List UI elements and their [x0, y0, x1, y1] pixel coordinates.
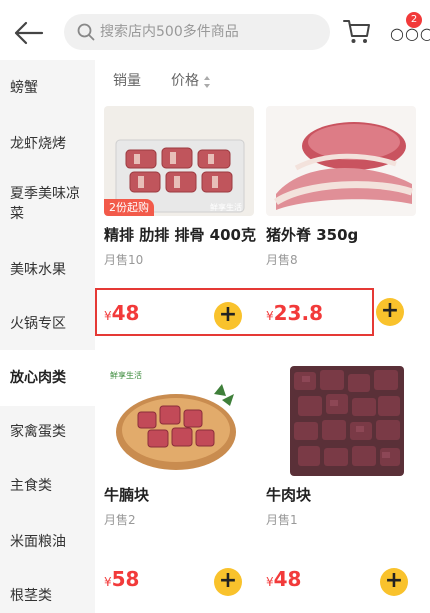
sidebar-item-rice-oil[interactable]: 米面粮油: [0, 514, 95, 568]
product-name[interactable]: 猪外脊 350g: [266, 224, 358, 246]
product-name[interactable]: 牛腩块: [104, 484, 149, 506]
product-name[interactable]: 牛肉块: [266, 484, 311, 506]
sidebar-item-hotpot[interactable]: 火锅专区: [0, 296, 95, 350]
sidebar-item-poultry-eggs[interactable]: 家禽蛋类: [0, 406, 95, 460]
product-image[interactable]: 鲜享生活 2份起购: [104, 106, 254, 216]
sort-by-sales[interactable]: 销量: [113, 72, 141, 90]
add-to-cart-button[interactable]: +: [380, 568, 408, 596]
product-price: ¥48: [266, 567, 302, 591]
more-dots: ○○○: [390, 24, 430, 43]
product-price: ¥58: [104, 567, 140, 591]
more-icon[interactable]: ○○○ 2: [388, 12, 430, 44]
top-bar: 搜索店内500多件商品 ○○○ 2: [0, 0, 430, 64]
category-sidebar: 螃蟹 龙虾烧烤 夏季美味凉菜 美味水果 火锅专区 放心肉类 家禽蛋类 主食类 米…: [0, 60, 95, 613]
product-image[interactable]: 鲜享生活: [104, 366, 254, 476]
sidebar-item-lobster-bbq[interactable]: 龙虾烧烤: [0, 116, 95, 170]
product-card[interactable]: 鲜享生活 牛腩块 月售2 ¥58 +: [104, 366, 264, 606]
product-card[interactable]: 牛肉块 月售1 ¥48 +: [266, 366, 426, 606]
sort-arrows-icon: [203, 74, 211, 88]
product-image[interactable]: [266, 106, 416, 216]
monthly-sales: 月售2: [104, 513, 136, 527]
product-card[interactable]: 猪外脊 350g 月售8 ¥23.8 +: [266, 106, 426, 326]
notification-badge: 2: [406, 12, 422, 28]
sidebar-item-summer-cold-dishes[interactable]: 夏季美味凉菜: [0, 170, 95, 242]
svg-text:鲜享生活: 鲜享生活: [110, 370, 142, 380]
sidebar-item-root-vegetables[interactable]: 根茎类: [0, 568, 95, 613]
sidebar-item-fruit[interactable]: 美味水果: [0, 242, 95, 296]
back-arrow-icon[interactable]: [12, 18, 46, 48]
sidebar-item-crab[interactable]: 螃蟹: [0, 60, 95, 116]
sidebar-item-meat[interactable]: 放心肉类: [0, 350, 95, 406]
monthly-sales: 月售1: [266, 513, 298, 527]
search-input[interactable]: 搜索店内500多件商品: [64, 14, 330, 50]
sort-by-price[interactable]: 价格: [171, 72, 199, 90]
product-name[interactable]: 精排 肋排 排骨 400克: [104, 224, 256, 246]
price-highlight-box: [95, 288, 374, 336]
svg-text:鲜享生活: 鲜享生活: [210, 202, 242, 212]
min-order-tag: 2份起购: [104, 199, 154, 216]
sidebar-item-staple[interactable]: 主食类: [0, 460, 95, 514]
product-card[interactable]: 鲜享生活 2份起购 精排 肋排 排骨 400克 月售10 ¥48 +: [104, 106, 264, 330]
add-to-cart-button[interactable]: +: [376, 298, 404, 326]
search-placeholder: 搜索店内500多件商品: [100, 24, 239, 40]
monthly-sales: 月售8: [266, 253, 298, 267]
sort-bar: 销量 价格: [95, 64, 430, 98]
product-image[interactable]: [290, 366, 404, 476]
cart-icon[interactable]: [342, 16, 372, 46]
monthly-sales: 月售10: [104, 253, 144, 267]
search-icon: [76, 22, 96, 42]
add-to-cart-button[interactable]: +: [214, 568, 242, 596]
